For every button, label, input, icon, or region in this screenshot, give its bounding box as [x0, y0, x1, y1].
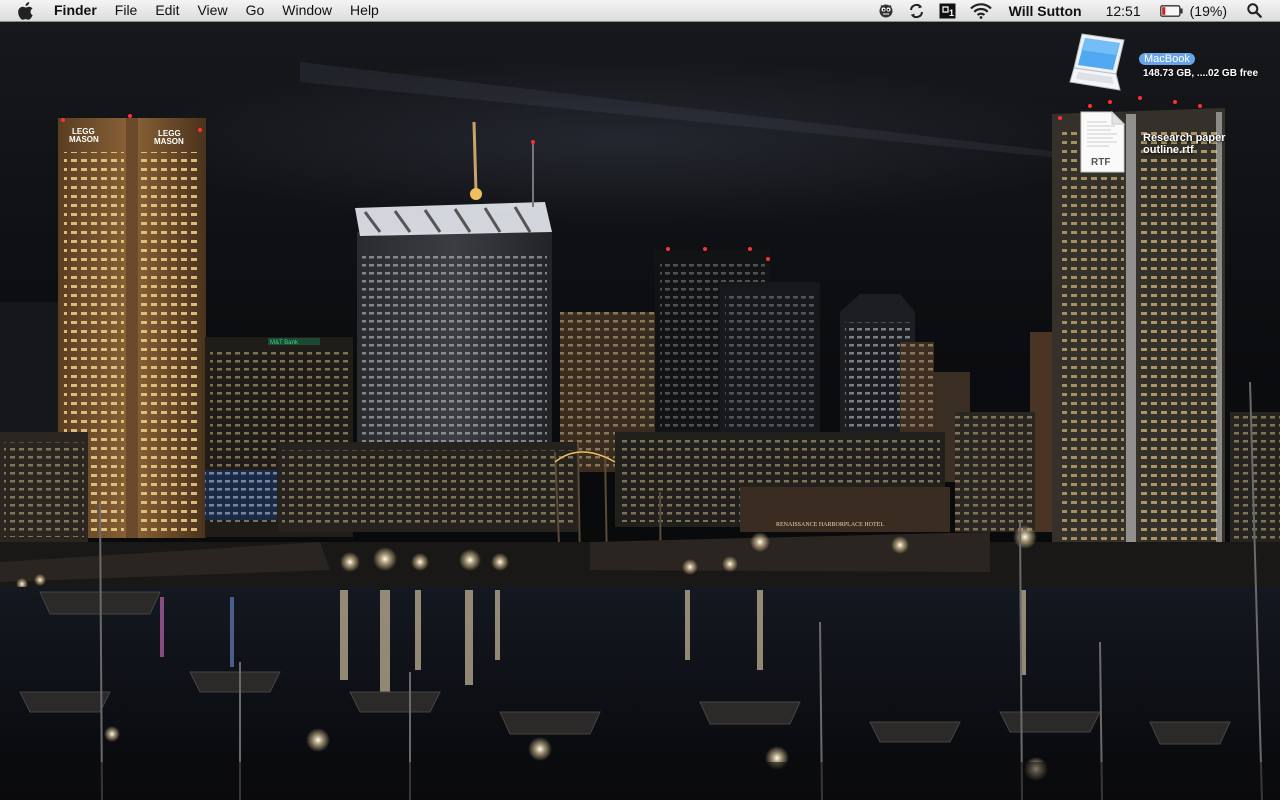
menu-help[interactable]: Help — [341, 0, 388, 21]
sign-legg-mason-right-2: MASON — [154, 137, 184, 146]
rtf-badge: RTF — [1091, 157, 1110, 168]
menu-window[interactable]: Window — [273, 0, 341, 21]
rtf-file-name[interactable]: Research paper outline.rtf — [1143, 132, 1253, 156]
menu-app-finder[interactable]: Finder — [50, 0, 106, 21]
menu-edit[interactable]: Edit — [146, 0, 188, 21]
battery-icon[interactable] — [1159, 0, 1184, 21]
menu-go[interactable]: Go — [237, 0, 274, 21]
svg-text:1: 1 — [949, 8, 954, 18]
wifi-icon[interactable] — [969, 0, 992, 21]
sync-icon[interactable] — [908, 0, 925, 21]
rtf-document-icon[interactable]: RTF — [1078, 110, 1126, 179]
sign-legg-mason-left-2: MASON — [69, 135, 99, 144]
growl-icon[interactable] — [878, 0, 894, 21]
rtf-file-name-line1: Research paper — [1143, 132, 1226, 144]
sign-mt-bank: M&T Bank — [270, 340, 299, 346]
macbook-name[interactable]: MacBook — [1139, 53, 1195, 65]
menu-bar: Finder File Edit View Go Window Help 1 W… — [0, 0, 1280, 22]
keyboard-1-icon[interactable]: 1 — [939, 0, 956, 21]
battery-percent[interactable]: (19%) — [1190, 3, 1227, 19]
macbook-laptop-icon[interactable] — [1068, 30, 1132, 101]
sign-hotel: RENAISSANCE HARBORPLACE HOTEL — [776, 522, 884, 528]
macbook-info: 148.73 GB, ....02 GB free — [1143, 68, 1259, 79]
apple-menu-icon[interactable] — [18, 1, 36, 20]
menu-file[interactable]: File — [106, 0, 147, 21]
spotlight-search-icon[interactable] — [1247, 0, 1262, 21]
rtf-file-name-line2: outline.rtf — [1143, 144, 1194, 156]
clock[interactable]: 12:51 — [1106, 3, 1141, 19]
user-name-menu[interactable]: Will Sutton — [1009, 3, 1082, 19]
menu-bar-right: 1 Will Sutton 12:51 (19%) — [871, 0, 1280, 21]
menu-view[interactable]: View — [188, 0, 236, 21]
menu-bar-left: Finder File Edit View Go Window Help — [0, 0, 388, 21]
